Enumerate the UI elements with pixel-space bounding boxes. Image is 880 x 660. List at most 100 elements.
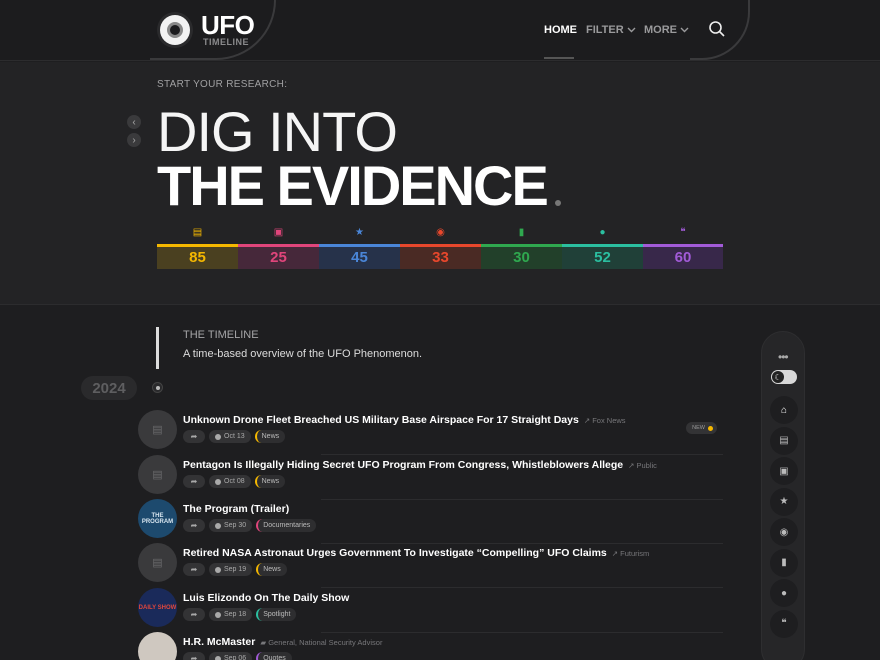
entry-source[interactable]: ↗ Public <box>628 461 657 470</box>
entry-category[interactable]: Spotlight <box>256 608 297 621</box>
star-icon[interactable]: ★ <box>770 487 798 516</box>
entry-thumbnail[interactable]: ▤ <box>138 543 177 582</box>
entry-title-text: H.R. McMaster <box>183 636 256 648</box>
stat-eye[interactable]: ◉ 33 <box>400 224 481 269</box>
quote-icon: ❝ <box>680 226 686 238</box>
entry-title[interactable]: Luis Elizondo On The Daily Show <box>183 592 349 604</box>
timeline-entry[interactable]: ▤ Retired NASA Astronaut Urges Government… <box>138 543 723 588</box>
external-link-icon: ↗ <box>611 549 621 558</box>
entry-thumbnail[interactable] <box>138 632 177 660</box>
star-icon: ★ <box>355 226 364 238</box>
new-badge-text: NEW <box>692 425 705 431</box>
entry-date: Sep 30 <box>209 519 253 532</box>
entry-thumbnail[interactable]: DAILY SHOW <box>138 588 177 627</box>
stat-value: 30 <box>481 247 562 269</box>
entry-date-text: Oct 13 <box>224 433 245 440</box>
entry-title[interactable]: Unknown Drone Fleet Breached US Military… <box>183 414 626 426</box>
stat-value: 85 <box>157 247 238 269</box>
entry-category[interactable]: Documentaries <box>256 519 317 532</box>
external-link-icon: ↗ <box>583 416 593 425</box>
entry-source[interactable]: ↗ Fox News <box>584 416 626 425</box>
entry-date: Sep 06 <box>209 652 253 660</box>
stat-star[interactable]: ★ 45 <box>319 224 400 269</box>
timeline-entry[interactable]: THE PROGRAM The Program (Trailer) ➦ Sep 30 D… <box>138 499 723 544</box>
share-icon[interactable]: ➦ <box>183 519 205 532</box>
entry-category[interactable]: News <box>254 475 286 488</box>
entry-title-text: Pentagon Is Illegally Hiding Secret UFO … <box>183 459 624 471</box>
nav-filter-label: FILTER <box>586 24 624 36</box>
chevron-down-icon <box>680 27 689 33</box>
theme-toggle[interactable]: ☾ <box>771 370 797 384</box>
entry-date: Sep 19 <box>209 563 253 576</box>
stat-news[interactable]: ▤ 85 <box>157 224 238 269</box>
home-icon[interactable]: ⌂ <box>770 396 798 424</box>
entry-source[interactable]: ↗ Futurism <box>612 549 650 558</box>
entry-title-text: Retired NASA Astronaut Urges Government … <box>183 547 607 559</box>
entry-meta: ➦ Sep 06 Quotes <box>183 652 292 660</box>
entry-category[interactable]: Quotes <box>256 652 292 660</box>
entry-date: Oct 08 <box>209 475 251 488</box>
prev-arrow-icon[interactable]: ‹ <box>127 115 141 129</box>
timeline-entry[interactable]: ▤ Unknown Drone Fleet Breached US Militar… <box>138 410 723 455</box>
moon-icon: ☾ <box>772 371 784 383</box>
next-arrow-icon[interactable]: › <box>127 133 141 147</box>
news-icon: ▤ <box>192 226 203 238</box>
share-icon[interactable]: ➦ <box>183 563 205 576</box>
entry-category[interactable]: News <box>254 430 286 443</box>
external-link-icon: ↗ <box>628 461 637 470</box>
clock-icon <box>215 655 221 660</box>
entry-meta: ➦ Sep 18 Spotlight <box>183 608 297 621</box>
chevron-down-icon <box>627 27 636 33</box>
eye-icon: ◉ <box>436 226 445 238</box>
entry-date-text: Sep 19 <box>224 566 247 573</box>
nav-home[interactable]: HOME <box>544 24 586 59</box>
entry-title-text: The Program (Trailer) <box>183 503 290 515</box>
entry-category[interactable]: News <box>256 563 287 576</box>
timeline-description: A time-based overview of the UFO Phenome… <box>183 348 423 360</box>
entry-title-text: Unknown Drone Fleet Breached US Military… <box>183 414 579 426</box>
brand-subtitle: TIMELINE <box>203 37 249 47</box>
year-label[interactable]: 2024 <box>81 376 137 400</box>
timeline-entry[interactable]: H.R. McMaster ▰ General, National Securit… <box>138 632 723 660</box>
entry-thumbnail[interactable]: ▤ <box>138 410 177 449</box>
hero-heading-line1: DIG INTO <box>157 100 398 163</box>
timeline-accent-bar <box>156 327 159 369</box>
entry-title[interactable]: H.R. McMaster ▰ General, National Securit… <box>183 636 382 648</box>
timeline-entry[interactable]: ▤ Pentagon Is Illegally Hiding Secret UFO… <box>138 455 723 500</box>
share-icon[interactable]: ➦ <box>183 652 205 660</box>
timeline-entry[interactable]: DAILY SHOW Luis Elizondo On The Daily Sho… <box>138 588 723 633</box>
stat-film[interactable]: ▣ 25 <box>238 224 319 269</box>
clock-icon <box>215 522 221 529</box>
logo-icon[interactable] <box>157 12 193 48</box>
share-icon[interactable]: ➦ <box>183 475 205 488</box>
nav-more-label: MORE <box>644 24 677 36</box>
entry-title[interactable]: The Program (Trailer) <box>183 503 289 515</box>
year-marker <box>152 382 163 393</box>
nav-filter[interactable]: FILTER <box>586 24 644 36</box>
eye-icon[interactable]: ◉ <box>770 518 798 546</box>
entry-source-text: Public <box>636 461 657 470</box>
entry-thumbnail[interactable]: THE PROGRAM <box>138 499 177 538</box>
search-icon[interactable] <box>708 20 726 38</box>
entry-date: Sep 18 <box>209 608 253 621</box>
stat-flame[interactable]: ● 52 <box>562 224 643 269</box>
entry-source[interactable]: ▰ General, National Security Advisor <box>260 638 382 647</box>
stat-value: 45 <box>319 247 400 269</box>
nav-more[interactable]: MORE <box>644 24 694 36</box>
quote-icon[interactable]: ❝ <box>770 609 798 638</box>
share-icon[interactable]: ➦ <box>183 430 205 443</box>
stat-quote[interactable]: ❝ 60 <box>643 224 723 269</box>
news-icon[interactable]: ▤ <box>770 426 798 455</box>
clock-icon <box>215 478 221 485</box>
share-icon[interactable]: ➦ <box>183 608 205 621</box>
entry-title[interactable]: Retired NASA Astronaut Urges Government … <box>183 547 649 559</box>
film-icon[interactable]: ▣ <box>770 457 798 485</box>
more-dots-icon[interactable]: ••• <box>778 350 789 364</box>
book-icon[interactable]: ▮ <box>770 548 798 577</box>
flame-icon[interactable]: ● <box>770 579 798 607</box>
entry-title[interactable]: Pentagon Is Illegally Hiding Secret UFO … <box>183 459 657 471</box>
entry-thumbnail[interactable]: ▤ <box>138 455 177 494</box>
hero-heading-line2: THE EVIDENCE <box>157 154 549 217</box>
stat-book[interactable]: ▮ 30 <box>481 224 562 269</box>
new-dot-icon <box>708 425 713 431</box>
